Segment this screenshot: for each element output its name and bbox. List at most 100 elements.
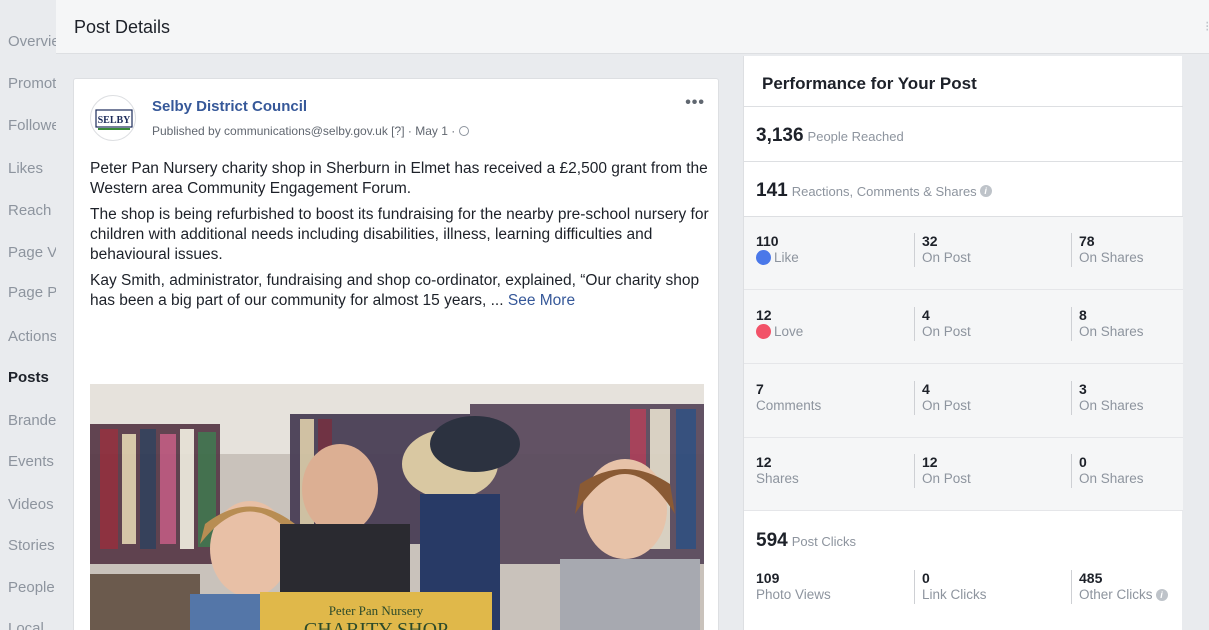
post-card: SELBY Selby District Council Published b…: [73, 78, 719, 630]
table-row: 12 Shares 12 On Post 0 On Shares: [744, 438, 1183, 511]
sidebar-item-branded-content[interactable]: Branded Content: [8, 412, 56, 429]
likes-on-shares-cell: 78 On Shares: [1071, 233, 1144, 267]
sidebar-item-actions[interactable]: Actions on Page: [8, 328, 56, 345]
likes-label-wrap: Like: [756, 249, 799, 267]
shares-value: 12: [756, 454, 772, 470]
link-clicks-value: 0: [922, 570, 930, 586]
photo-views-cell: 109 Photo Views: [756, 570, 831, 604]
other-clicks-value: 485: [1079, 570, 1103, 586]
sidebar-item-local[interactable]: Local: [8, 620, 44, 630]
likes-on-post-cell: 32 On Post: [914, 233, 971, 267]
photo-views-label: Photo Views: [756, 587, 831, 602]
sidebar-item-reach[interactable]: Reach: [8, 202, 51, 219]
sidebar-item-likes[interactable]: Likes: [8, 160, 43, 177]
page-title: Post Details: [74, 17, 171, 37]
likes-on-shares-label: On Shares: [1079, 250, 1144, 265]
post-clicks-value: 594: [756, 530, 788, 551]
other-clicks-cell: 485 Other Clicks i: [1071, 570, 1168, 604]
post-body: Peter Pan Nursery charity shop in Sherbu…: [90, 159, 710, 311]
shares-on-shares-cell: 0 On Shares: [1071, 454, 1144, 488]
sidebar-item-posts[interactable]: Posts: [8, 369, 49, 386]
charity-shop-photo: Peter Pan Nursery CHARITY SHOP: [90, 384, 704, 630]
people-reached-value: 3,136: [756, 125, 804, 146]
shares-on-post-label: On Post: [922, 471, 971, 486]
info-icon[interactable]: i: [979, 184, 992, 197]
post-meta: Published by communications@selby.gov.uk…: [152, 124, 469, 138]
sidebar-item-page-previews[interactable]: Page Previews: [8, 284, 56, 301]
comments-on-post-value: 4: [922, 381, 930, 397]
post-paragraph-text: Kay Smith, administrator, fundraising an…: [90, 272, 700, 309]
likes-label: Like: [774, 250, 799, 265]
sidebar-item-people[interactable]: People: [8, 579, 55, 596]
engagement-label: Reactions, Comments & Shares: [791, 184, 977, 199]
shares-on-post-value: 12: [922, 454, 938, 470]
sidebar-item-followers[interactable]: Followers: [8, 117, 56, 134]
comments-on-shares-cell: 3 On Shares: [1071, 381, 1144, 415]
comments-on-shares-label: On Shares: [1079, 398, 1144, 413]
performance-title: Performance for Your Post: [762, 74, 977, 93]
likes-on-post-value: 32: [922, 233, 938, 249]
post-clicks-label: Post Clicks: [791, 534, 856, 549]
engagement-breakdown: 110 Like 32 On Post 78 On Shares 12 Love: [744, 217, 1183, 511]
close-icon[interactable]: ⁝: [1205, 18, 1209, 34]
people-reached-label: People Reached: [807, 129, 904, 144]
post-paragraph: Kay Smith, administrator, fundraising an…: [90, 271, 710, 311]
love-label-wrap: Love: [756, 323, 803, 341]
post-photo[interactable]: Peter Pan Nursery CHARITY SHOP: [90, 384, 704, 630]
see-more-link[interactable]: See More: [508, 292, 575, 309]
love-value: 12: [756, 307, 772, 323]
sidebar-item-events[interactable]: Events: [8, 453, 54, 470]
post-meta-text: Published by communications@selby.gov.uk…: [152, 124, 459, 138]
shares-on-post-cell: 12 On Post: [914, 454, 971, 488]
globe-icon: [458, 126, 469, 136]
love-on-shares-label: On Shares: [1079, 324, 1144, 339]
photo-views-value: 109: [756, 570, 780, 586]
post-author-link[interactable]: Selby District Council: [152, 98, 307, 115]
link-clicks-cell: 0 Link Clicks: [914, 570, 987, 604]
clicks-breakdown: 109 Photo Views 0 Link Clicks 485 Other …: [744, 554, 1183, 627]
engagement-value: 141: [756, 180, 788, 201]
sidebar-item-stories[interactable]: Stories: [8, 537, 55, 554]
selby-logo-icon: SELBY: [95, 109, 133, 130]
engagement-row: 141 Reactions, Comments & Shares i: [744, 162, 1183, 217]
love-on-shares-value: 8: [1079, 307, 1087, 323]
sidebar-item-page-views[interactable]: Page Views: [8, 244, 56, 261]
svg-text:SELBY: SELBY: [98, 115, 132, 126]
sidebar-item-videos[interactable]: Videos: [8, 496, 54, 513]
like-icon: [756, 250, 771, 265]
shares-on-shares-value: 0: [1079, 454, 1087, 470]
likes-cell: 110 Like: [756, 233, 799, 267]
likes-on-post-label: On Post: [922, 250, 971, 265]
likes-on-shares-value: 78: [1079, 233, 1095, 249]
people-reached: 3,136 People Reached: [756, 125, 904, 147]
svg-text:Peter Pan Nursery: Peter Pan Nursery: [329, 603, 424, 618]
other-clicks-label-wrap: Other Clicks i: [1079, 586, 1168, 604]
sidebar-item-promotions[interactable]: Promotions: [8, 75, 56, 92]
shares-label: Shares: [756, 471, 799, 486]
table-row: 7 Comments 4 On Post 3 On Shares: [744, 365, 1183, 438]
table-row: 12 Love 4 On Post 8 On Shares: [744, 291, 1183, 364]
comments-on-shares-value: 3: [1079, 381, 1087, 397]
post-paragraph: The shop is being refurbished to boost i…: [90, 206, 709, 263]
page-avatar[interactable]: SELBY: [90, 95, 136, 141]
engagement-total: 141 Reactions, Comments & Shares i: [756, 180, 992, 202]
shares-on-shares-label: On Shares: [1079, 471, 1144, 486]
comments-value: 7: [756, 381, 764, 397]
love-cell: 12 Love: [756, 307, 803, 341]
love-icon: [756, 324, 771, 339]
info-icon[interactable]: i: [1155, 589, 1168, 602]
svg-text:CHARITY SHOP: CHARITY SHOP: [304, 619, 448, 630]
more-options-icon[interactable]: •••: [685, 94, 705, 112]
insights-sidebar: Overview Promotions Followers Likes Reac…: [0, 0, 56, 630]
shares-cell: 12 Shares: [756, 454, 799, 488]
love-on-post-label: On Post: [922, 324, 971, 339]
love-label: Love: [774, 324, 804, 339]
post-details-header: Post Details ⁝: [56, 0, 1209, 54]
love-on-post-value: 4: [922, 307, 930, 323]
post-details-page: Overview Promotions Followers Likes Reac…: [0, 0, 1209, 630]
table-row: 110 Like 32 On Post 78 On Shares: [744, 217, 1183, 290]
link-clicks-label: Link Clicks: [922, 587, 987, 602]
comments-on-post-cell: 4 On Post: [914, 381, 971, 415]
post-paragraph: Peter Pan Nursery charity shop in Sherbu…: [90, 160, 708, 197]
sidebar-item-overview[interactable]: Overview: [8, 33, 56, 50]
